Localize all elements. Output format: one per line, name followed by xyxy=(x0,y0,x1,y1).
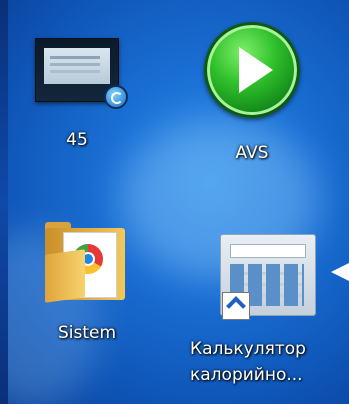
calculator-icon xyxy=(220,234,316,320)
desktop-edge xyxy=(0,0,8,404)
desktop-icon-sistem[interactable]: Sistem xyxy=(27,222,147,344)
desktop-icon-label: Sistem xyxy=(57,323,117,343)
desktop-icon-label-line1: Калькулятор xyxy=(190,339,306,359)
desktop-icon-avs[interactable]: AVS xyxy=(192,22,312,164)
folder-icon xyxy=(45,222,129,303)
desktop-icon-label-line2: калорийно... xyxy=(190,365,303,385)
desktop-icon-label: AVS xyxy=(235,143,269,163)
shortcut-arrow-icon xyxy=(222,292,250,320)
desktop-icon-label: 45 xyxy=(66,130,88,150)
desktop-icon-45[interactable]: 45 xyxy=(17,38,137,151)
pointer-arrow-icon xyxy=(331,263,349,281)
desktop: 45 AVS Sistem Калькулятор калорийно... xyxy=(0,0,349,404)
desktop-icon-calculator[interactable]: Калькулятор калорийно... xyxy=(190,234,349,388)
video-file-icon xyxy=(35,38,128,109)
play-button-icon xyxy=(204,22,300,118)
